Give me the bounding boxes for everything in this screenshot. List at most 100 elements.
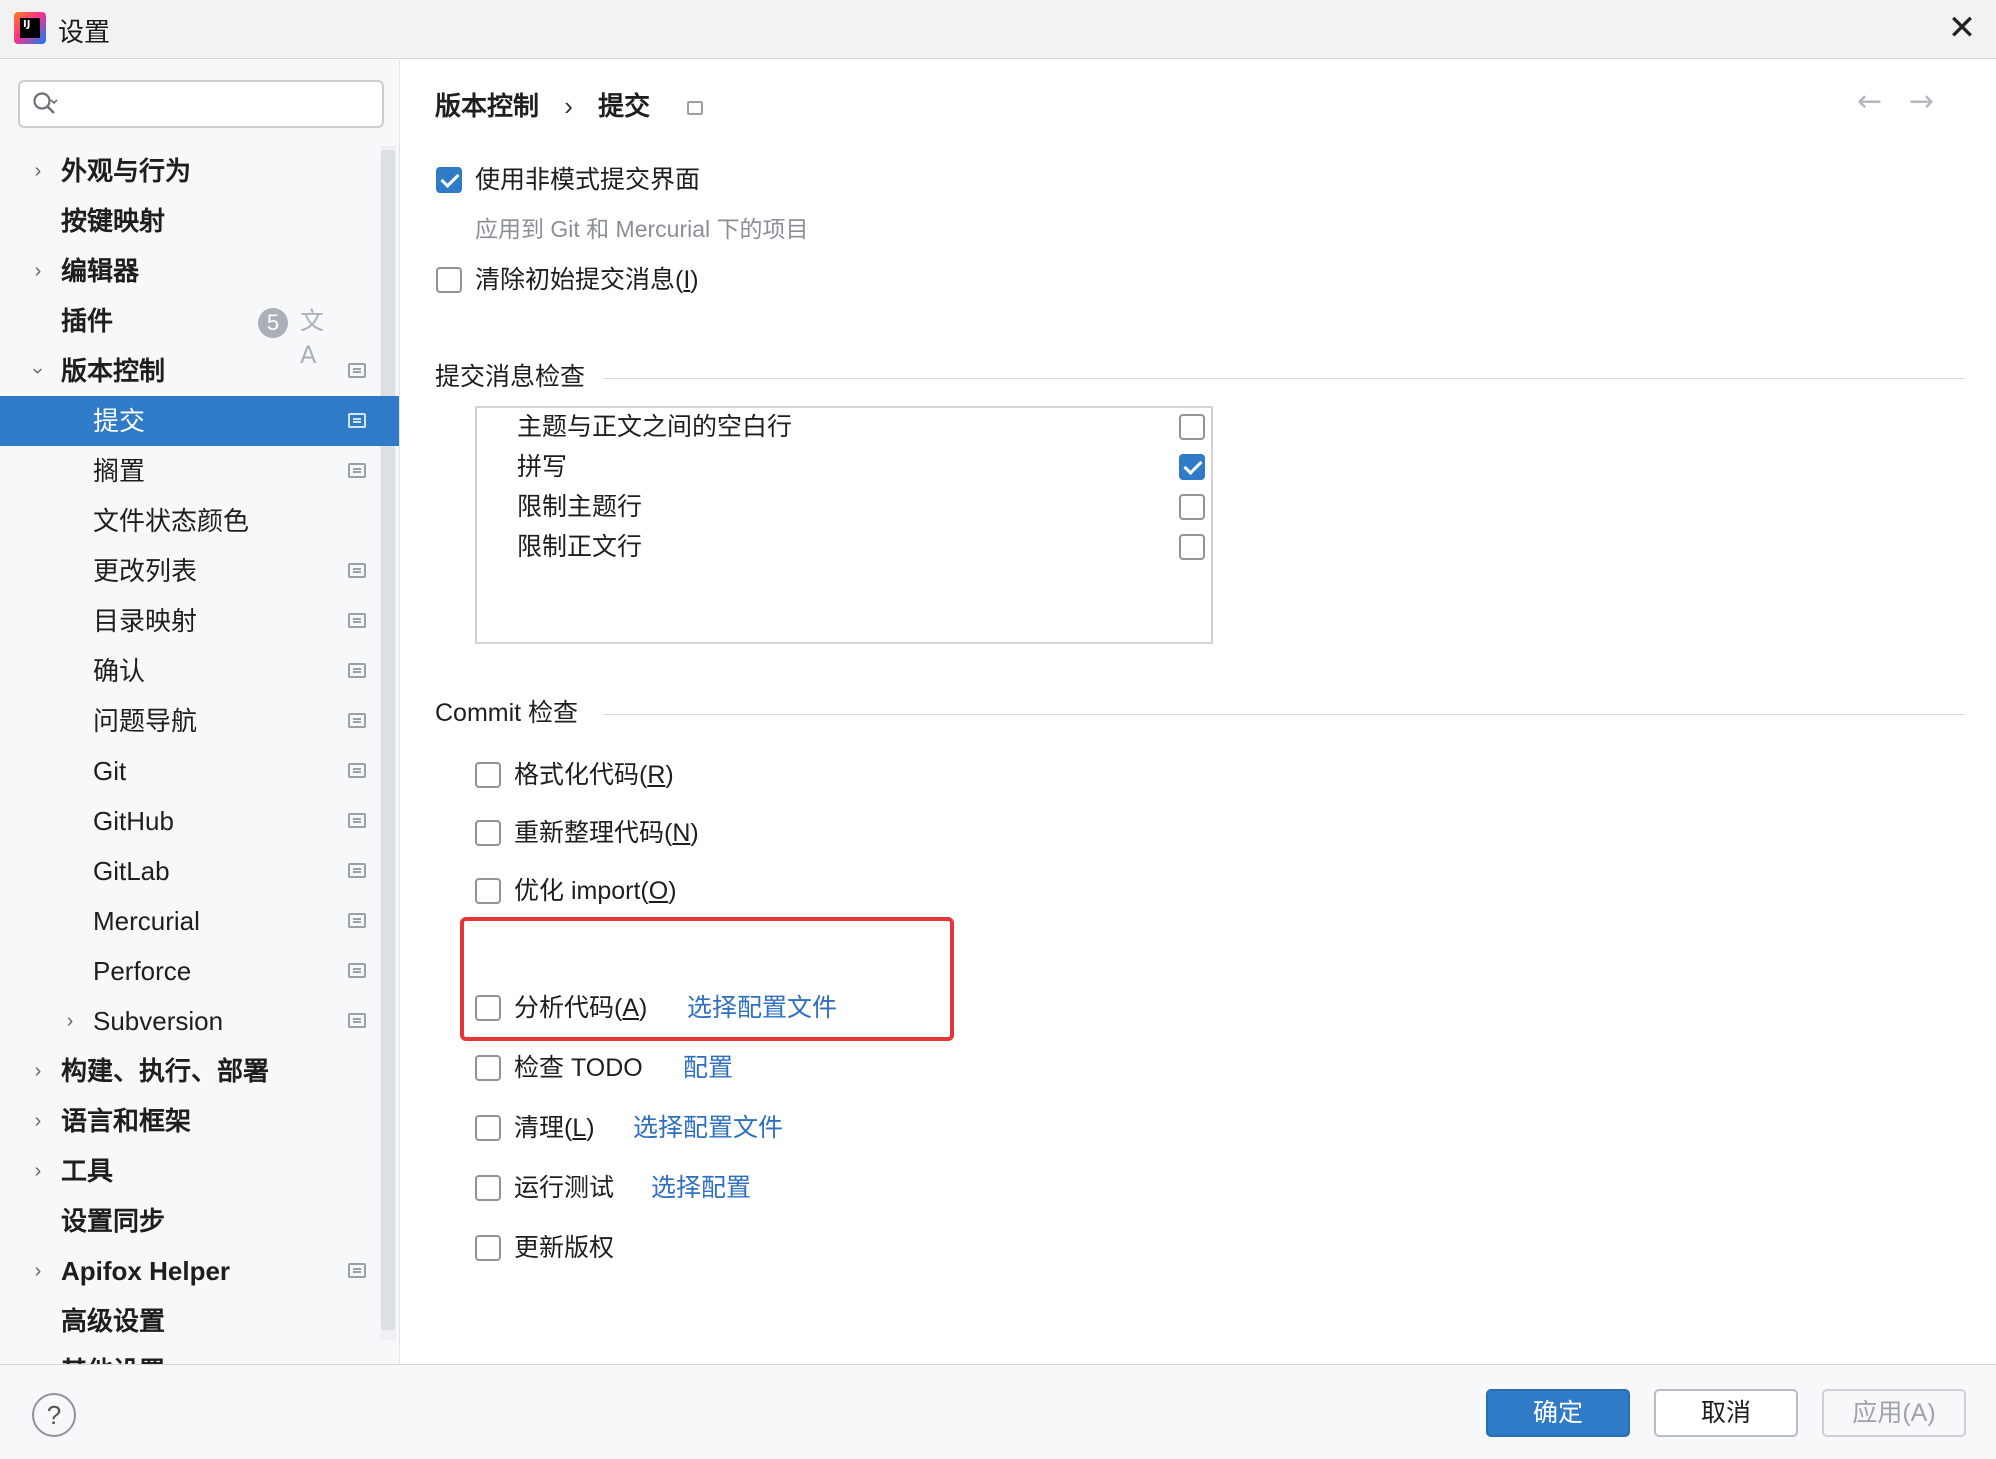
project-level-icon <box>348 963 366 978</box>
breadcrumb-separator: › <box>564 91 573 121</box>
sidebar-item-directory-mappings[interactable]: 目录映射 <box>0 596 399 646</box>
ok-button[interactable]: 确定 <box>1486 1389 1630 1437</box>
spelling-inspection-checkbox[interactable] <box>1179 454 1205 480</box>
chevron-right-icon[interactable]: › <box>58 996 82 1046</box>
sidebar-item-changelists[interactable]: 更改列表 <box>0 546 399 596</box>
chevron-right-icon[interactable]: › <box>26 1096 50 1146</box>
todo-configure-link[interactable]: 配置 <box>683 1053 733 1083</box>
settings-sidebar: › 外观与行为 按键映射 › 编辑器 插件 5 文A › 版本控制 提交 搁置 … <box>0 60 400 1364</box>
sidebar-item-appearance[interactable]: › 外观与行为 <box>0 146 399 196</box>
cleanup-choose-profile-link[interactable]: 选择配置文件 <box>633 1113 783 1143</box>
sidebar-item-commit[interactable]: 提交 <box>0 396 399 446</box>
breadcrumb-current: 提交 <box>598 91 651 121</box>
analyze-choose-profile-link[interactable]: 选择配置文件 <box>687 993 837 1023</box>
project-level-icon <box>348 413 366 428</box>
reformat-code-checkbox[interactable] <box>475 762 501 788</box>
section-divider <box>603 378 1965 379</box>
optimize-imports-checkbox[interactable] <box>475 878 501 904</box>
subject-line-limit-label: 限制主题行 <box>517 493 643 521</box>
run-tests-checkbox[interactable] <box>475 1175 501 1201</box>
non-modal-commit-label: 使用非模式提交界面 <box>475 166 701 194</box>
sidebar-item-shelf[interactable]: 搁置 <box>0 446 399 496</box>
cleanup-label: 清理(L) <box>514 1114 595 1142</box>
sidebar-item-git[interactable]: Git <box>0 746 399 796</box>
cancel-button[interactable]: 取消 <box>1654 1389 1798 1437</box>
sidebar-item-languages-frameworks[interactable]: › 语言和框架 <box>0 1096 399 1146</box>
blank-line-inspection-checkbox[interactable] <box>1179 414 1205 440</box>
analyze-code-checkbox[interactable] <box>475 995 501 1021</box>
update-copyright-checkbox[interactable] <box>475 1235 501 1261</box>
body-line-limit-checkbox[interactable] <box>1179 534 1205 560</box>
translate-icon: 文A <box>300 307 324 369</box>
chevron-down-icon[interactable]: › <box>13 359 63 383</box>
search-input[interactable] <box>72 88 372 120</box>
project-level-icon <box>348 713 366 728</box>
clear-initial-message-label: 清除初始提交消息(I) <box>475 266 699 294</box>
project-level-icon <box>348 1263 366 1278</box>
tests-choose-configuration-link[interactable]: 选择配置 <box>651 1173 751 1203</box>
project-level-icon <box>348 613 366 628</box>
rearrange-code-label: 重新整理代码(N) <box>514 819 699 847</box>
section-divider <box>603 714 1965 715</box>
chevron-right-icon[interactable]: › <box>26 1046 50 1096</box>
project-level-icon <box>348 663 366 678</box>
sidebar-item-mercurial[interactable]: Mercurial <box>0 896 399 946</box>
sidebar-item-tools[interactable]: › 工具 <box>0 1146 399 1196</box>
sidebar-item-advanced-settings[interactable]: 高级设置 <box>0 1296 399 1346</box>
search-icon <box>33 92 58 114</box>
sidebar-item-build-execution-deployment[interactable]: › 构建、执行、部署 <box>0 1046 399 1096</box>
reformat-code-label: 格式化代码(R) <box>514 761 674 789</box>
list-item[interactable]: 拼写 <box>477 448 1211 488</box>
subject-line-limit-checkbox[interactable] <box>1179 494 1205 520</box>
chevron-right-icon[interactable]: › <box>26 1146 50 1196</box>
breadcrumb: 版本控制 › 提交 <box>435 86 704 123</box>
sidebar-item-issue-navigation[interactable]: 问题导航 <box>0 696 399 746</box>
list-item[interactable]: 限制正文行 <box>477 528 1211 568</box>
sidebar-item-confirmation[interactable]: 确认 <box>0 646 399 696</box>
rearrange-code-checkbox[interactable] <box>475 820 501 846</box>
non-modal-commit-hint: 应用到 Git 和 Mercurial 下的项目 <box>475 216 809 242</box>
breadcrumb-parent[interactable]: 版本控制 <box>435 86 539 123</box>
sidebar-item-keymap[interactable]: 按键映射 <box>0 196 399 246</box>
clear-initial-message-checkbox[interactable] <box>436 267 462 293</box>
sidebar-item-gitlab[interactable]: GitLab <box>0 846 399 896</box>
check-todo-label: 检查 TODO <box>514 1054 643 1082</box>
sidebar-item-file-status-colors[interactable]: 文件状态颜色 <box>0 496 399 546</box>
cleanup-checkbox[interactable] <box>475 1115 501 1141</box>
sidebar-item-github[interactable]: GitHub <box>0 796 399 846</box>
sidebar-item-apifox-helper[interactable]: › Apifox Helper <box>0 1246 399 1296</box>
list-item[interactable]: 限制主题行 <box>477 488 1211 528</box>
dialog-footer: ? 确定 取消 应用(A) <box>0 1364 1996 1459</box>
intellij-app-icon: IJ <box>14 12 46 44</box>
chevron-right-icon[interactable]: › <box>26 1246 50 1296</box>
window-title: 设置 <box>58 17 111 47</box>
project-level-icon <box>348 763 366 778</box>
forward-arrow-icon[interactable]: → <box>1909 84 1934 119</box>
message-checks-title: 提交消息检查 <box>435 363 586 391</box>
close-icon[interactable]: ✕ <box>1944 10 1980 46</box>
non-modal-commit-checkbox[interactable] <box>436 167 462 193</box>
chevron-right-icon[interactable]: › <box>26 1346 50 1364</box>
sidebar-item-version-control[interactable]: › 版本控制 <box>0 346 399 396</box>
title-bar: IJ 设置 ✕ <box>0 0 1996 59</box>
search-field[interactable] <box>18 80 384 128</box>
sidebar-item-subversion[interactable]: › Subversion <box>0 996 399 1046</box>
sidebar-item-editor[interactable]: › 编辑器 <box>0 246 399 296</box>
project-level-icon <box>348 463 366 478</box>
check-todo-checkbox[interactable] <box>475 1055 501 1081</box>
sidebar-item-plugins[interactable]: 插件 5 文A <box>0 296 399 369</box>
list-item[interactable]: 主题与正文之间的空白行 <box>477 408 1211 448</box>
update-copyright-label: 更新版权 <box>514 1234 615 1262</box>
analyze-code-label: 分析代码(A) <box>514 994 648 1022</box>
project-level-icon <box>348 363 366 378</box>
help-icon[interactable]: ? <box>32 1393 76 1437</box>
chevron-right-icon[interactable]: › <box>26 246 50 296</box>
sidebar-item-perforce[interactable]: Perforce <box>0 946 399 996</box>
chevron-right-icon[interactable]: › <box>26 146 50 196</box>
sidebar-item-settings-sync[interactable]: 设置同步 <box>0 1196 399 1246</box>
project-level-icon <box>348 813 366 828</box>
project-level-icon <box>348 913 366 928</box>
sidebar-item-other-settings[interactable]: › 其他设置 <box>0 1346 399 1364</box>
apply-button[interactable]: 应用(A) <box>1822 1389 1966 1437</box>
back-arrow-icon[interactable]: ← <box>1857 84 1882 119</box>
